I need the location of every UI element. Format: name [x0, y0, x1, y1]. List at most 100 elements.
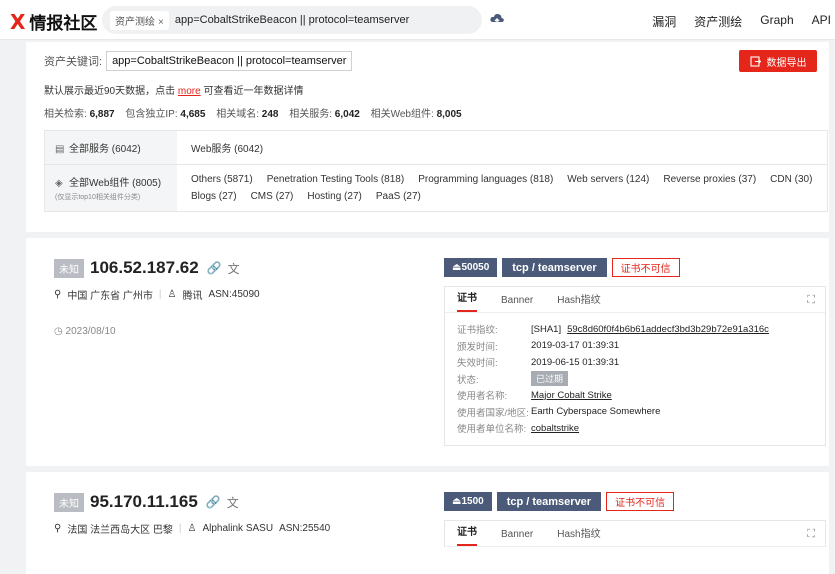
- link-icon[interactable]: 🔗: [206, 495, 221, 509]
- cert-row: 颁发时间: 2019-03-17 01:39:31: [457, 338, 813, 355]
- search-scope-label: 资产测绘: [115, 16, 155, 28]
- geo-line: ⚲ 法国 法兰西岛大区 巴黎 | ♙ Alphalink SASU ASN:25…: [54, 521, 330, 536]
- org-icon: ♙: [167, 289, 177, 300]
- nav-api[interactable]: API: [812, 13, 831, 30]
- web-components-head[interactable]: ◈ 全部Web组件 (8005) (仅显示top10相关组件分类): [45, 165, 177, 211]
- export-label: 数据导出: [766, 57, 807, 69]
- untrusted-cert-badge: 证书不可信: [611, 258, 680, 277]
- expand-icon[interactable]: ⛶: [807, 528, 815, 541]
- service-filter[interactable]: Web服务 (6042): [191, 140, 263, 155]
- cert-row: 使用者国家/地区: Earth Cyberspace Somewhere: [457, 404, 813, 421]
- divider: |: [178, 523, 182, 534]
- organization: Alphalink SASU: [202, 523, 274, 534]
- web-filter[interactable]: Hosting (27): [307, 191, 361, 202]
- expired-badge: 已过期: [531, 371, 569, 387]
- more-link[interactable]: more: [178, 86, 201, 97]
- keyword-row: 资产关键词: app=CobaltStrikeBeacon || protoco…: [44, 51, 353, 71]
- location: 中国 广东省 广州市: [67, 291, 153, 302]
- web-filter[interactable]: Penetration Testing Tools (818): [267, 174, 405, 185]
- web-filter[interactable]: Web servers (124): [567, 174, 649, 185]
- detail-panel: 证书 Banner Hash指纹 ⛶ 证书指纹: [SHA1] 59c8d60f0f…: [444, 286, 826, 446]
- cert-subject-org[interactable]: cobaltstrike: [531, 423, 579, 434]
- ip-line: 未知 95.170.11.165 🔗 ⽂: [54, 492, 245, 512]
- service-panel: ⏏ 50050 tcp / teamserver 证书不可信 证书 Banner…: [444, 258, 826, 446]
- cert-row: 使用者名称: Major Cobalt Strike: [457, 387, 813, 404]
- protocol-tag[interactable]: tcp / teamserver: [502, 258, 607, 277]
- cloud-upload-icon[interactable]: [489, 11, 505, 27]
- nav-graph[interactable]: Graph: [760, 13, 793, 30]
- clock-icon: ◷: [54, 326, 63, 337]
- stat-value: 6,042: [334, 109, 360, 120]
- top-nav: 漏洞 资产测绘 Graph API: [652, 13, 831, 30]
- search-summary: 资产关键词: app=CobaltStrikeBeacon || protoco…: [26, 42, 829, 232]
- server-icon: ▤: [55, 144, 65, 155]
- export-button[interactable]: 数据导出: [739, 50, 817, 72]
- services-head-label: 全部服务 (6042): [69, 144, 141, 155]
- stat-value: 248: [261, 109, 279, 120]
- cert-label: 使用者单位名称:: [457, 424, 527, 436]
- detail-tabs: 证书 Banner Hash指纹 ⛶: [445, 521, 825, 547]
- cert-fingerprint[interactable]: 59c8d60f0f4b6b61addecf3bd3b29b72e91a316c: [567, 324, 769, 335]
- tab-banner[interactable]: Banner: [501, 295, 533, 312]
- port-tag[interactable]: ⏏ 50050: [444, 258, 498, 277]
- cert-subject-country: Earth Cyberspace Somewhere: [531, 406, 661, 418]
- date-line: ◷ 2023/08/10: [54, 326, 116, 337]
- divider: |: [158, 289, 162, 300]
- cert-expires: 2019-06-15 01:39:31: [531, 356, 620, 368]
- port-tag[interactable]: ⏏ 1500: [444, 492, 492, 511]
- web-filter[interactable]: Blogs (27): [191, 191, 237, 202]
- search-box[interactable]: 资产测绘 × app=CobaltStrikeBeacon || protocol…: [102, 6, 482, 34]
- location: 法国 法兰西岛大区 巴黎: [67, 525, 173, 536]
- hint-suffix: 可查看近一年数据详情: [203, 86, 304, 97]
- web-filter[interactable]: CMS (27): [251, 191, 294, 202]
- expand-icon[interactable]: ⛶: [807, 294, 815, 307]
- cert-label: 使用者名称:: [457, 391, 508, 403]
- tab-certificate[interactable]: 证书: [457, 523, 477, 546]
- translate-icon[interactable]: ⽂: [227, 494, 239, 511]
- stat-label: 相关Web组件:: [370, 109, 434, 120]
- services-head[interactable]: ▤ 全部服务 (6042): [45, 131, 177, 164]
- web-filter[interactable]: PaaS (27): [376, 191, 421, 202]
- link-icon[interactable]: 🔗: [207, 261, 222, 275]
- stat-value: 4,685: [180, 109, 206, 120]
- web-filter[interactable]: Reverse proxies (37): [663, 174, 756, 185]
- unknown-badge: 未知: [54, 492, 84, 512]
- cert-row: 使用者单位名称: cobaltstrike: [457, 420, 813, 437]
- organization: 腾讯: [182, 291, 203, 302]
- tab-hash[interactable]: Hash指纹: [557, 291, 600, 312]
- tab-hash[interactable]: Hash指纹: [557, 525, 600, 546]
- close-icon[interactable]: ×: [158, 17, 164, 28]
- stat-value: 6,887: [89, 109, 115, 120]
- cert-hash-type: [SHA1]: [531, 323, 562, 335]
- web-components-list: Others (5871) Penetration Testing Tools …: [177, 165, 827, 211]
- result-card: 未知 106.52.187.62 🔗 ⽂ ⚲ 中国 广东省 广州市 | ♙ 腾讯…: [26, 238, 829, 466]
- brand-logo[interactable]: X 情报社区: [10, 9, 97, 34]
- tab-certificate[interactable]: 证书: [457, 289, 477, 312]
- cert-subject-name[interactable]: Major Cobalt Strike: [531, 390, 612, 401]
- port-icon: ⏏: [452, 262, 462, 273]
- nav-vulnerabilities[interactable]: 漏洞: [652, 13, 676, 30]
- result-card: 未知 95.170.11.165 🔗 ⽂ ⚲ 法国 法兰西岛大区 巴黎 | ♙ …: [26, 472, 829, 574]
- layers-icon: ◈: [55, 178, 63, 189]
- untrusted-cert-badge: 证书不可信: [606, 492, 675, 511]
- detail-panel: 证书 Banner Hash指纹 ⛶: [444, 520, 826, 547]
- web-filter[interactable]: CDN (30): [770, 174, 812, 185]
- web-head-note: (仅显示top10相关组件分类): [55, 194, 141, 201]
- ip-address[interactable]: 106.52.187.62: [90, 258, 199, 278]
- stats-row: 相关检索: 6,887 包含独立IP: 4,685 相关域名: 248 相关服务…: [44, 105, 470, 120]
- cert-label: 状态:: [457, 374, 479, 386]
- translate-icon[interactable]: ⽂: [228, 260, 240, 277]
- nav-asset-mapping[interactable]: 资产测绘: [694, 13, 742, 30]
- hint-prefix: 默认展示最近90天数据，点击: [44, 86, 176, 97]
- web-components-row: ◈ 全部Web组件 (8005) (仅显示top10相关组件分类) Others …: [45, 165, 827, 211]
- web-filter[interactable]: Others (5871): [191, 174, 253, 185]
- cert-row: 证书指纹: [SHA1] 59c8d60f0f4b6b61addecf3bd3b29…: [457, 321, 813, 338]
- search-scope-tag[interactable]: 资产测绘 ×: [110, 10, 169, 30]
- ip-address[interactable]: 95.170.11.165: [90, 492, 198, 512]
- search-input[interactable]: app=CobaltStrikeBeacon || protocol=teams…: [175, 14, 409, 26]
- date-range-hint: 默认展示最近90天数据，点击 more 可查看近一年数据详情: [44, 82, 303, 97]
- brand-mark: X: [10, 9, 26, 34]
- web-filter[interactable]: Programming languages (818): [418, 174, 553, 185]
- protocol-tag[interactable]: tcp / teamserver: [496, 492, 602, 511]
- tab-banner[interactable]: Banner: [501, 529, 533, 546]
